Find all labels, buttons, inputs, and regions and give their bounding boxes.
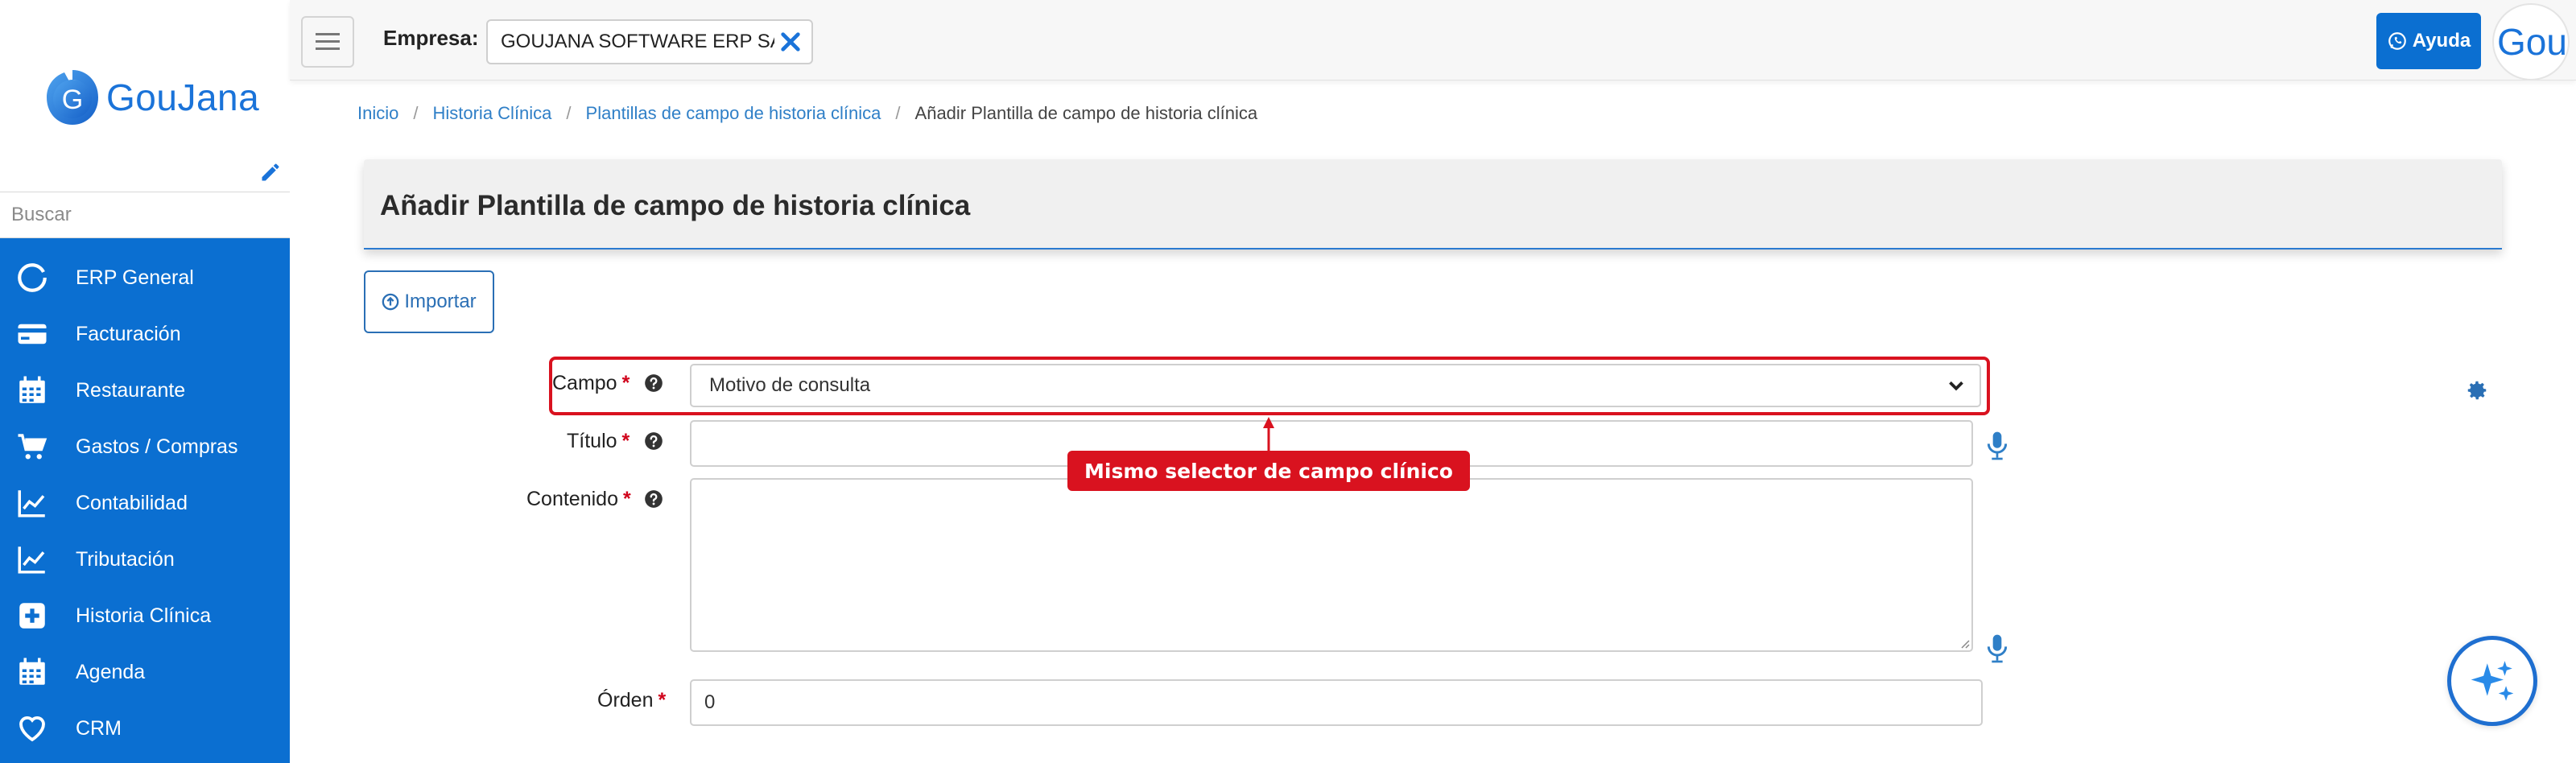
upload-circle-icon [382, 293, 399, 311]
orden-label: Órden * [597, 689, 667, 711]
calendar-icon [14, 373, 50, 408]
close-icon [781, 32, 800, 52]
contenido-textarea[interactable] [690, 478, 1973, 652]
gear-icon[interactable] [2465, 378, 2489, 402]
contenido-microphone-icon[interactable] [1984, 633, 2010, 665]
breadcrumb-item-historia-clinica[interactable]: Historia Clínica [432, 103, 551, 124]
orden-input[interactable] [691, 681, 1981, 724]
titulo-label: Título * [567, 430, 630, 452]
page-title: Añadir Plantilla de campo de historia cl… [380, 190, 971, 221]
contenido-label: Contenido * [526, 488, 631, 510]
refresh-circle-icon [14, 260, 50, 295]
clear-empresa-button[interactable] [774, 26, 807, 58]
breadcrumb: Inicio / Historia Clínica / Plantillas d… [357, 103, 1257, 124]
logo-text: GouJana [106, 76, 260, 118]
callout-arrow-icon [1263, 417, 1274, 452]
sidebar-item-label: Gastos / Compras [76, 435, 238, 458]
sidebar-item-agenda[interactable]: Agenda [0, 644, 290, 700]
sidebar-item-erp-general[interactable]: ERP General [0, 250, 290, 306]
plus-square-icon [14, 598, 50, 633]
breadcrumb-separator: / [413, 103, 419, 123]
empresa-value: GOUJANA SOFTWARE ERP SAS [501, 31, 774, 52]
sidebar-item-facturacion[interactable]: Facturación [0, 306, 290, 362]
heart-icon [14, 711, 50, 746]
breadcrumb-item-inicio[interactable]: Inicio [357, 103, 398, 124]
edit-pencil-icon[interactable] [259, 161, 282, 184]
help-button-label: Ayuda [2412, 30, 2471, 52]
annotation-callout: Mismo selector de campo clínico [1067, 451, 1470, 491]
user-avatar[interactable]: Gou [2492, 3, 2570, 80]
credit-card-icon [14, 316, 50, 352]
logo[interactable]: G GouJana [40, 61, 259, 134]
page-header: Añadir Plantilla de campo de historia cl… [364, 159, 2502, 250]
sidebar-item-gastos-compras[interactable]: Gastos / Compras [0, 419, 290, 475]
breadcrumb-current: Añadir Plantilla de campo de historia cl… [914, 103, 1258, 123]
sidebar-item-historia-clinica[interactable]: Historia Clínica [0, 588, 290, 644]
sidebar-item-label: Historia Clínica [76, 604, 212, 627]
sidebar-item-label: Tributación [76, 547, 175, 571]
breadcrumb-separator: / [895, 103, 901, 123]
chart-line-icon [14, 485, 50, 521]
help-button[interactable]: Ayuda [2376, 13, 2481, 69]
empresa-label: Empresa: [383, 26, 479, 50]
titulo-microphone-icon[interactable] [1984, 430, 2010, 462]
sidebar-item-label: Restaurante [76, 378, 186, 402]
campo-select-value: Motivo de consulta [709, 374, 871, 396]
ai-assistant-button[interactable] [2447, 636, 2537, 726]
sidebar: G GouJana ERP General Facturación [0, 0, 290, 763]
svg-text:G: G [62, 85, 83, 115]
sidebar-search-input[interactable] [0, 192, 290, 237]
sidebar-search[interactable] [0, 192, 290, 238]
resize-handle-icon[interactable] [1957, 636, 1970, 649]
sidebar-item-tributacion[interactable]: Tributación [0, 531, 290, 588]
whatsapp-icon [2388, 32, 2406, 50]
calendar-icon [14, 654, 50, 690]
sidebar-item-label: Contabilidad [76, 491, 188, 514]
titulo-help-icon[interactable] [643, 431, 664, 452]
avatar-text: Gou [2497, 21, 2567, 63]
sidebar-item-label: ERP General [76, 266, 194, 289]
sidebar-item-label: Facturación [76, 322, 181, 345]
breadcrumb-item-plantillas[interactable]: Plantillas de campo de historia clínica [586, 103, 881, 124]
sidebar-item-restaurante[interactable]: Restaurante [0, 362, 290, 419]
chevron-down-icon [1949, 381, 1963, 391]
topbar: Empresa: GOUJANA SOFTWARE ERP SAS Ayuda … [290, 0, 2576, 80]
sidebar-item-contabilidad[interactable]: Contabilidad [0, 475, 290, 531]
menu-toggle-button[interactable] [301, 16, 354, 68]
cart-icon [14, 429, 50, 464]
import-button-label: Importar [404, 291, 477, 312]
contenido-help-icon[interactable] [643, 489, 664, 509]
empresa-select[interactable]: GOUJANA SOFTWARE ERP SAS [486, 19, 813, 64]
orden-field[interactable] [690, 679, 1983, 726]
campo-select[interactable]: Motivo de consulta [690, 364, 1981, 407]
logo-mark-icon: G [40, 65, 105, 130]
hamburger-icon [316, 33, 340, 50]
import-button[interactable]: Importar [364, 270, 494, 333]
sidebar-nav: ERP General Facturación Restaurante Gast… [0, 250, 290, 757]
sidebar-item-crm[interactable]: CRM [0, 700, 290, 757]
sidebar-item-label: Agenda [76, 660, 146, 683]
sidebar-header: G GouJana [0, 0, 290, 193]
breadcrumb-separator: / [566, 103, 572, 123]
sparkles-icon [2471, 661, 2514, 701]
sidebar-item-label: CRM [76, 716, 122, 740]
chart-line-icon [14, 542, 50, 577]
